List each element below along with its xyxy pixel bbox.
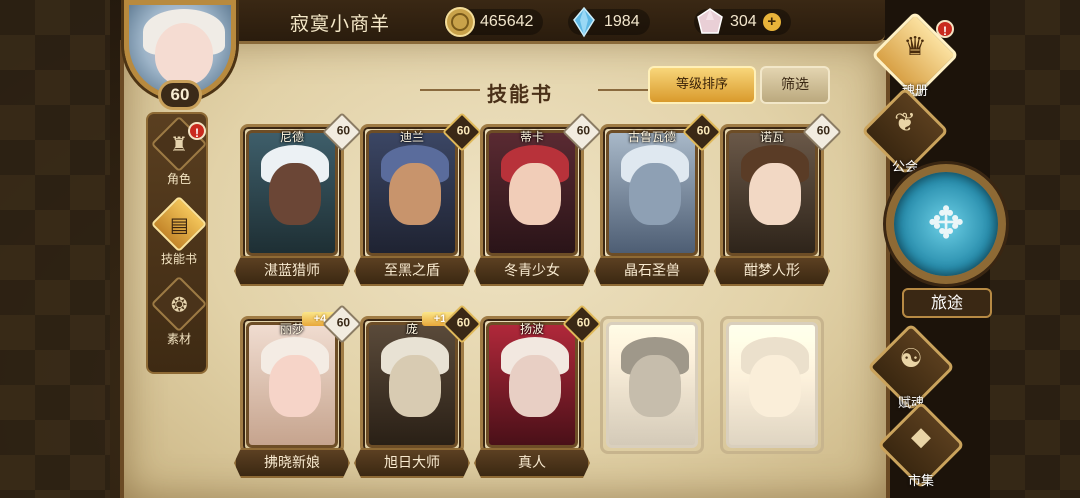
journey-emblem-icon: ✥ [886,164,1006,284]
skillbook-card[interactable]: 诺瓦 60 酣梦人形 [714,112,842,290]
gold-amount: 465642 [480,13,534,30]
player-name: 寂寞小商羊 [290,13,391,35]
player-avatar[interactable]: 60 [116,0,244,112]
left-wall-pattern [0,0,110,498]
book-title: 旭日大师 [354,448,470,478]
page-title: 技能书 [487,82,553,106]
crystal-amount: 1984 [604,13,640,30]
book-title: 至黑之盾 [354,256,470,286]
gem-icon [694,6,726,38]
skillbook-card[interactable]: 迪兰 60 至黑之盾 [354,112,482,290]
sort-by-level-button[interactable]: 等级排序 [648,66,756,104]
skillbook-card[interactable]: 庞 +1 60 旭日大师 [354,304,482,482]
book-title: 晶石圣兽 [594,256,710,286]
skillbook-card[interactable]: 蒂卡 60 冬青少女 [474,112,602,290]
empower-icon: ☯ [899,344,923,374]
nav-empower[interactable]: ☯ 赋魂 [866,323,958,412]
skillbook-card[interactable]: 尼德 60 湛蓝猎师 [234,112,362,290]
alert-badge: ! [188,122,206,140]
gem-amount: 304 [730,13,757,30]
alert-badge: ! [936,20,954,38]
book-title: 真人 [474,448,590,478]
nav-journey-label: 旅途 [902,288,992,318]
add-gem-button[interactable]: + [762,13,781,31]
left-nav: ♜ 角色 ! ▤ 技能书 ❂ 素材 [146,112,208,374]
market-icon: ◆ [911,422,931,452]
guild-icon: ❦ [894,108,916,138]
skillbook-card[interactable]: 扬波 60 真人 [474,304,602,482]
book-title: 酣梦人形 [714,256,830,286]
skillbook-card[interactable]: 丽莎 +4 60 拂晓新娘 [234,304,362,482]
nav-skillbook[interactable]: ▤ 技能书 [148,195,210,274]
nav-journey[interactable]: ✥ 旅途 [882,160,1012,320]
nav-empower-label: 赋魂 [897,396,924,411]
gold-resource: 465642 [444,6,544,38]
nav-market-label: 市集 [907,474,934,489]
crystal-icon [568,6,600,38]
book-title: 湛蓝猎师 [234,256,350,286]
nav-market[interactable]: ◆ 市集 [876,401,968,490]
material-icon: ❂ [150,275,208,333]
nav-material[interactable]: ❂ 素材 [148,275,210,354]
book-icon: ▤ [150,195,208,253]
nav-character-label: 角色 [166,172,191,186]
nav-skillbook-label: 技能书 [160,252,197,266]
locked-skillbook-card[interactable] [720,316,836,482]
player-level-badge: 60 [158,80,202,110]
book-title: 冬青少女 [474,256,590,286]
locked-skillbook-card[interactable] [600,316,716,482]
filter-button[interactable]: 筛选 [760,66,830,104]
gem-resource: 304 + [694,6,791,38]
coin-icon [444,6,476,38]
nav-character[interactable]: ♜ 角色 ! [148,115,210,194]
skillbook-card[interactable]: 古鲁瓦德 60 晶石圣兽 [594,112,722,290]
nav-soul-book[interactable]: ♛ 魂册 ! [870,11,962,100]
book-title: 拂晓新娘 [234,448,350,478]
crystal-resource: 1984 [568,6,650,38]
nav-material-label: 素材 [166,332,191,346]
